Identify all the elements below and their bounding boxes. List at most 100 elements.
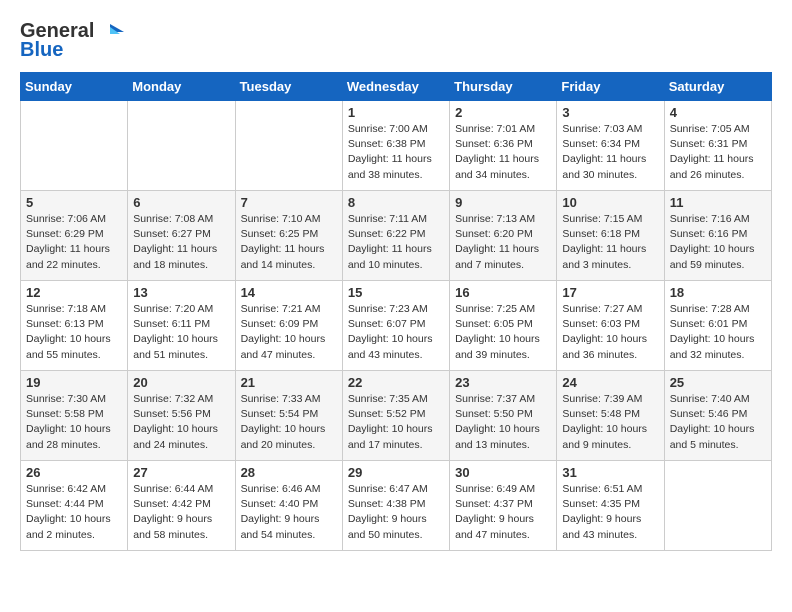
calendar-week-row: 1 Sunrise: 7:00 AM Sunset: 6:38 PM Daylig… (21, 101, 772, 191)
calendar-cell: 27Sunrise: 6:44 AM Sunset: 4:42 PM Dayli… (128, 461, 235, 551)
day-number: 6 (133, 195, 229, 210)
logo-blue-text: Blue (20, 39, 63, 62)
calendar-cell (21, 101, 128, 191)
day-number: 12 (26, 285, 122, 300)
calendar-cell: 9 Sunrise: 7:13 AM Sunset: 6:20 PM Daylig… (450, 191, 557, 281)
day-number: 21 (241, 375, 337, 390)
day-number: 23 (455, 375, 551, 390)
day-info: Sunrise: 6:49 AM Sunset: 4:37 PM Dayligh… (455, 482, 551, 543)
calendar-cell: 6 Sunrise: 7:08 AM Sunset: 6:27 PM Daylig… (128, 191, 235, 281)
day-info: Sunrise: 7:30 AM Sunset: 5:58 PM Dayligh… (26, 392, 122, 453)
day-number: 25 (670, 375, 766, 390)
day-number: 14 (241, 285, 337, 300)
day-number: 1 (348, 105, 444, 120)
day-info: Sunrise: 6:51 AM Sunset: 4:35 PM Dayligh… (562, 482, 658, 543)
calendar-cell: 20 Sunrise: 7:32 AM Sunset: 5:56 PM Dayli… (128, 371, 235, 461)
calendar-cell (128, 101, 235, 191)
day-number: 24 (562, 375, 658, 390)
calendar-cell: 17 Sunrise: 7:27 AM Sunset: 6:03 PM Dayli… (557, 281, 664, 371)
calendar-cell: 28 Sunrise: 6:46 AM Sunset: 4:40 PM Dayli… (235, 461, 342, 551)
day-info: Sunrise: 7:23 AM Sunset: 6:07 PM Dayligh… (348, 302, 444, 363)
calendar-cell: 5 Sunrise: 7:06 AM Sunset: 6:29 PM Daylig… (21, 191, 128, 281)
day-number: 19 (26, 375, 122, 390)
calendar-cell: 18Sunrise: 7:28 AM Sunset: 6:01 PM Dayli… (664, 281, 771, 371)
day-number: 28 (241, 465, 337, 480)
calendar-cell: 4 Sunrise: 7:05 AM Sunset: 6:31 PM Daylig… (664, 101, 771, 191)
day-number: 4 (670, 105, 766, 120)
calendar-cell: 15 Sunrise: 7:23 AM Sunset: 6:07 PM Dayli… (342, 281, 449, 371)
day-info: Sunrise: 6:47 AM Sunset: 4:38 PM Dayligh… (348, 482, 444, 543)
day-number: 2 (455, 105, 551, 120)
calendar-cell: 24 Sunrise: 7:39 AM Sunset: 5:48 PM Dayli… (557, 371, 664, 461)
day-info: Sunrise: 7:06 AM Sunset: 6:29 PM Dayligh… (26, 212, 122, 273)
day-info: Sunrise: 7:37 AM Sunset: 5:50 PM Dayligh… (455, 392, 551, 453)
day-info: Sunrise: 7:32 AM Sunset: 5:56 PM Dayligh… (133, 392, 229, 453)
day-number: 5 (26, 195, 122, 210)
calendar-cell: 10 Sunrise: 7:15 AM Sunset: 6:18 PM Dayli… (557, 191, 664, 281)
day-info: Sunrise: 6:42 AM Sunset: 4:44 PM Dayligh… (26, 482, 122, 543)
weekday-header-sunday: Sunday (21, 73, 128, 101)
calendar-cell: 12 Sunrise: 7:18 AM Sunset: 6:13 PM Dayli… (21, 281, 128, 371)
weekday-header-friday: Friday (557, 73, 664, 101)
day-info: Sunrise: 7:40 AM Sunset: 5:46 PM Dayligh… (670, 392, 766, 453)
calendar-week-row: 5 Sunrise: 7:06 AM Sunset: 6:29 PM Daylig… (21, 191, 772, 281)
day-info: Sunrise: 7:39 AM Sunset: 5:48 PM Dayligh… (562, 392, 658, 453)
logo: General Blue (20, 20, 124, 62)
weekday-header-thursday: Thursday (450, 73, 557, 101)
calendar-cell: 25 Sunrise: 7:40 AM Sunset: 5:46 PM Dayli… (664, 371, 771, 461)
day-info: Sunrise: 7:16 AM Sunset: 6:16 PM Dayligh… (670, 212, 766, 273)
calendar-cell (235, 101, 342, 191)
calendar-cell: 7Sunrise: 7:10 AM Sunset: 6:25 PM Daylig… (235, 191, 342, 281)
day-number: 7 (241, 195, 337, 210)
calendar-cell: 23 Sunrise: 7:37 AM Sunset: 5:50 PM Dayli… (450, 371, 557, 461)
calendar-cell: 13 Sunrise: 7:20 AM Sunset: 6:11 PM Dayli… (128, 281, 235, 371)
day-info: Sunrise: 7:00 AM Sunset: 6:38 PM Dayligh… (348, 122, 444, 183)
day-info: Sunrise: 7:11 AM Sunset: 6:22 PM Dayligh… (348, 212, 444, 273)
calendar-table: SundayMondayTuesdayWednesdayThursdayFrid… (20, 72, 772, 551)
day-number: 13 (133, 285, 229, 300)
day-info: Sunrise: 7:03 AM Sunset: 6:34 PM Dayligh… (562, 122, 658, 183)
day-info: Sunrise: 7:18 AM Sunset: 6:13 PM Dayligh… (26, 302, 122, 363)
calendar-week-row: 26 Sunrise: 6:42 AM Sunset: 4:44 PM Dayli… (21, 461, 772, 551)
calendar-cell: 11 Sunrise: 7:16 AM Sunset: 6:16 PM Dayli… (664, 191, 771, 281)
weekday-header-row: SundayMondayTuesdayWednesdayThursdayFrid… (21, 73, 772, 101)
page-header: General Blue (20, 20, 772, 62)
day-number: 17 (562, 285, 658, 300)
day-number: 15 (348, 285, 444, 300)
calendar-cell: 31 Sunrise: 6:51 AM Sunset: 4:35 PM Dayli… (557, 461, 664, 551)
day-number: 9 (455, 195, 551, 210)
day-info: Sunrise: 7:21 AM Sunset: 6:09 PM Dayligh… (241, 302, 337, 363)
day-number: 11 (670, 195, 766, 210)
day-number: 3 (562, 105, 658, 120)
day-number: 16 (455, 285, 551, 300)
calendar-cell: 16 Sunrise: 7:25 AM Sunset: 6:05 PM Dayli… (450, 281, 557, 371)
day-info: Sunrise: 7:15 AM Sunset: 6:18 PM Dayligh… (562, 212, 658, 273)
day-info: Sunrise: 7:35 AM Sunset: 5:52 PM Dayligh… (348, 392, 444, 453)
calendar-cell: 22 Sunrise: 7:35 AM Sunset: 5:52 PM Dayli… (342, 371, 449, 461)
weekday-header-monday: Monday (128, 73, 235, 101)
calendar-week-row: 12 Sunrise: 7:18 AM Sunset: 6:13 PM Dayli… (21, 281, 772, 371)
day-number: 18 (670, 285, 766, 300)
day-number: 22 (348, 375, 444, 390)
day-info: Sunrise: 7:27 AM Sunset: 6:03 PM Dayligh… (562, 302, 658, 363)
day-info: Sunrise: 7:25 AM Sunset: 6:05 PM Dayligh… (455, 302, 551, 363)
day-number: 20 (133, 375, 229, 390)
calendar-cell: 14 Sunrise: 7:21 AM Sunset: 6:09 PM Dayli… (235, 281, 342, 371)
calendar-cell: 2Sunrise: 7:01 AM Sunset: 6:36 PM Daylig… (450, 101, 557, 191)
day-number: 27 (133, 465, 229, 480)
day-info: Sunrise: 7:20 AM Sunset: 6:11 PM Dayligh… (133, 302, 229, 363)
day-info: Sunrise: 7:13 AM Sunset: 6:20 PM Dayligh… (455, 212, 551, 273)
day-info: Sunrise: 7:05 AM Sunset: 6:31 PM Dayligh… (670, 122, 766, 183)
calendar-week-row: 19 Sunrise: 7:30 AM Sunset: 5:58 PM Dayli… (21, 371, 772, 461)
calendar-cell: 19 Sunrise: 7:30 AM Sunset: 5:58 PM Dayli… (21, 371, 128, 461)
calendar-cell: 30 Sunrise: 6:49 AM Sunset: 4:37 PM Dayli… (450, 461, 557, 551)
day-info: Sunrise: 7:08 AM Sunset: 6:27 PM Dayligh… (133, 212, 229, 273)
day-number: 31 (562, 465, 658, 480)
day-number: 30 (455, 465, 551, 480)
day-number: 26 (26, 465, 122, 480)
day-number: 10 (562, 195, 658, 210)
calendar-cell: 21Sunrise: 7:33 AM Sunset: 5:54 PM Dayli… (235, 371, 342, 461)
logo-bird-icon (96, 22, 124, 42)
day-info: Sunrise: 6:46 AM Sunset: 4:40 PM Dayligh… (241, 482, 337, 543)
weekday-header-tuesday: Tuesday (235, 73, 342, 101)
